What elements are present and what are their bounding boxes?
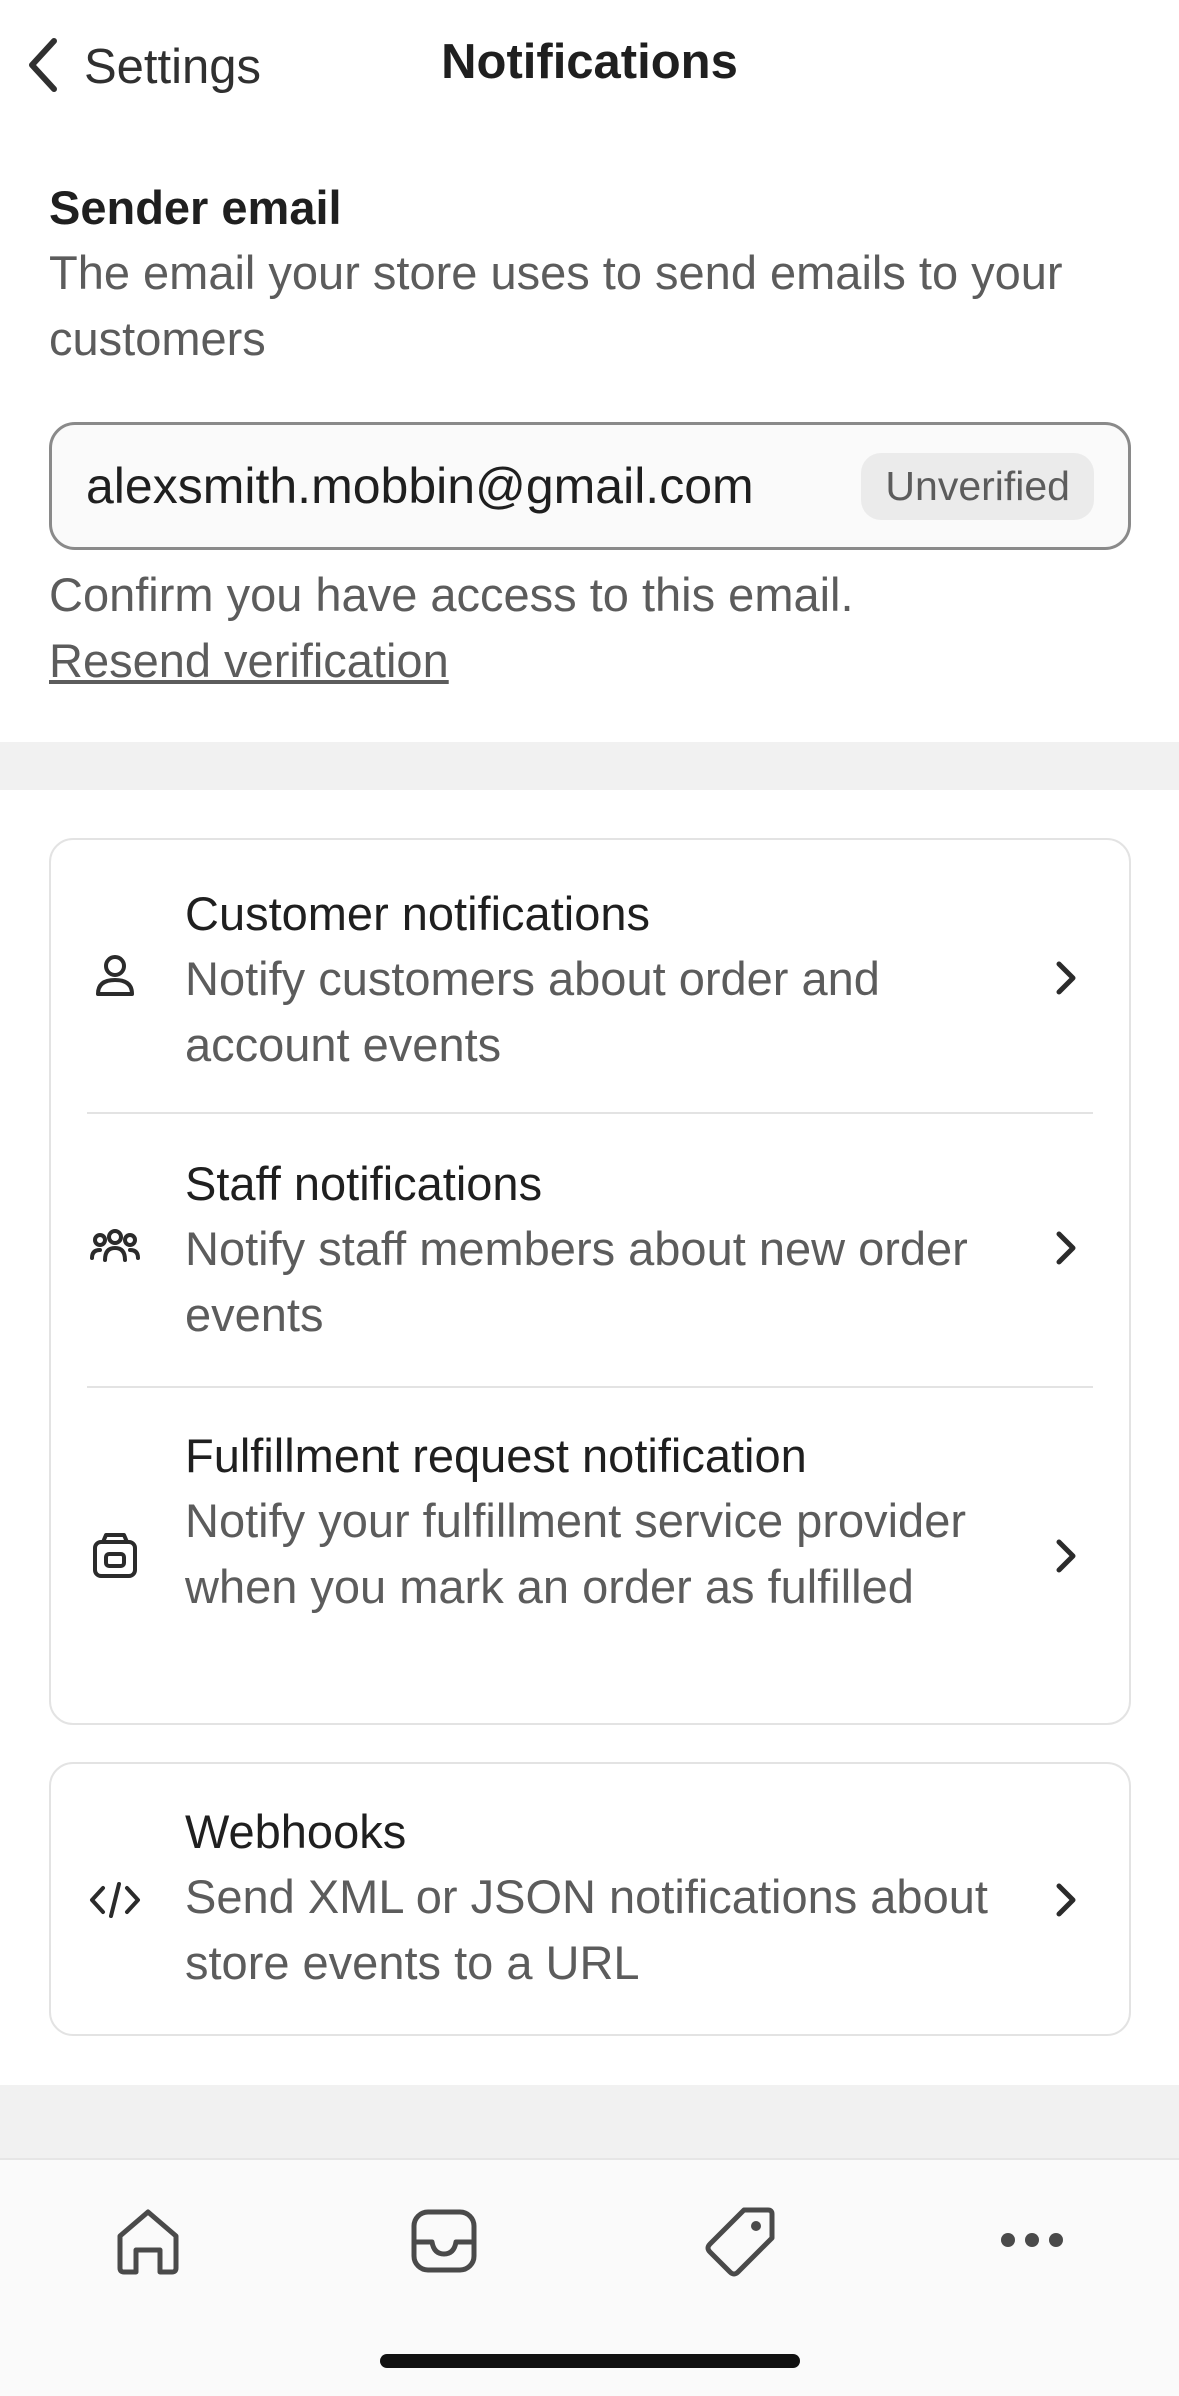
row-title: Fulfillment request notification	[185, 1429, 807, 1482]
row-title: Customer notifications	[185, 887, 650, 940]
header: Settings Notifications	[0, 0, 1179, 140]
sender-email-heading: Sender email	[49, 181, 342, 234]
sender-email-section: Sender email The email your store uses t…	[49, 178, 1131, 687]
resend-verification-link[interactable]: Resend verification	[49, 628, 449, 694]
notification-types-card: Customer notifications Notify customers …	[49, 838, 1131, 1725]
person-icon	[89, 950, 141, 1002]
staff-group-icon	[89, 1220, 141, 1272]
row-title: Staff notifications	[185, 1157, 543, 1210]
webhooks-row[interactable]: Webhooks Send XML or JSON notifications …	[51, 1764, 1129, 2036]
row-description: Notify customers about order and account…	[185, 952, 880, 1071]
code-icon	[89, 1874, 141, 1926]
webhooks-card: Webhooks Send XML or JSON notifications …	[49, 1762, 1131, 2036]
row-description: Notify your fulfillment service provider…	[185, 1494, 966, 1613]
unverified-badge: Unverified	[861, 452, 1094, 520]
store-box-icon	[89, 1530, 141, 1582]
tag-icon[interactable]	[700, 2200, 780, 2280]
more-icon[interactable]	[992, 2200, 1072, 2280]
chevron-right-icon	[1051, 1534, 1081, 1578]
customer-notifications-row[interactable]: Customer notifications Notify customers …	[51, 840, 1129, 1112]
inbox-icon[interactable]	[404, 2200, 484, 2280]
home-icon[interactable]	[108, 2200, 188, 2280]
email-value: alexsmith.mobbin@gmail.com	[86, 458, 754, 514]
bottom-spacer	[0, 2085, 1179, 2160]
chevron-right-icon	[1051, 1226, 1081, 1270]
sender-email-field[interactable]: alexsmith.mobbin@gmail.com Unverified	[49, 422, 1131, 550]
row-description: Send XML or JSON notifications about sto…	[185, 1870, 988, 1989]
fulfillment-request-row[interactable]: Fulfillment request notification Notify …	[51, 1388, 1129, 1725]
section-divider	[0, 742, 1179, 790]
home-indicator	[380, 2354, 800, 2368]
chevron-right-icon	[1051, 956, 1081, 1000]
notifications-screen: Settings Notifications Sender email The …	[0, 0, 1179, 2396]
row-title: Webhooks	[185, 1805, 407, 1858]
confirm-access-text: Confirm you have access to this email.	[49, 568, 854, 621]
staff-notifications-row[interactable]: Staff notifications Notify staff members…	[51, 1114, 1129, 1386]
page-title: Notifications	[441, 35, 738, 89]
chevron-right-icon	[1051, 1878, 1081, 1922]
row-description: Notify staff members about new order eve…	[185, 1222, 968, 1341]
sender-email-description: The email your store uses to send emails…	[49, 246, 1063, 365]
